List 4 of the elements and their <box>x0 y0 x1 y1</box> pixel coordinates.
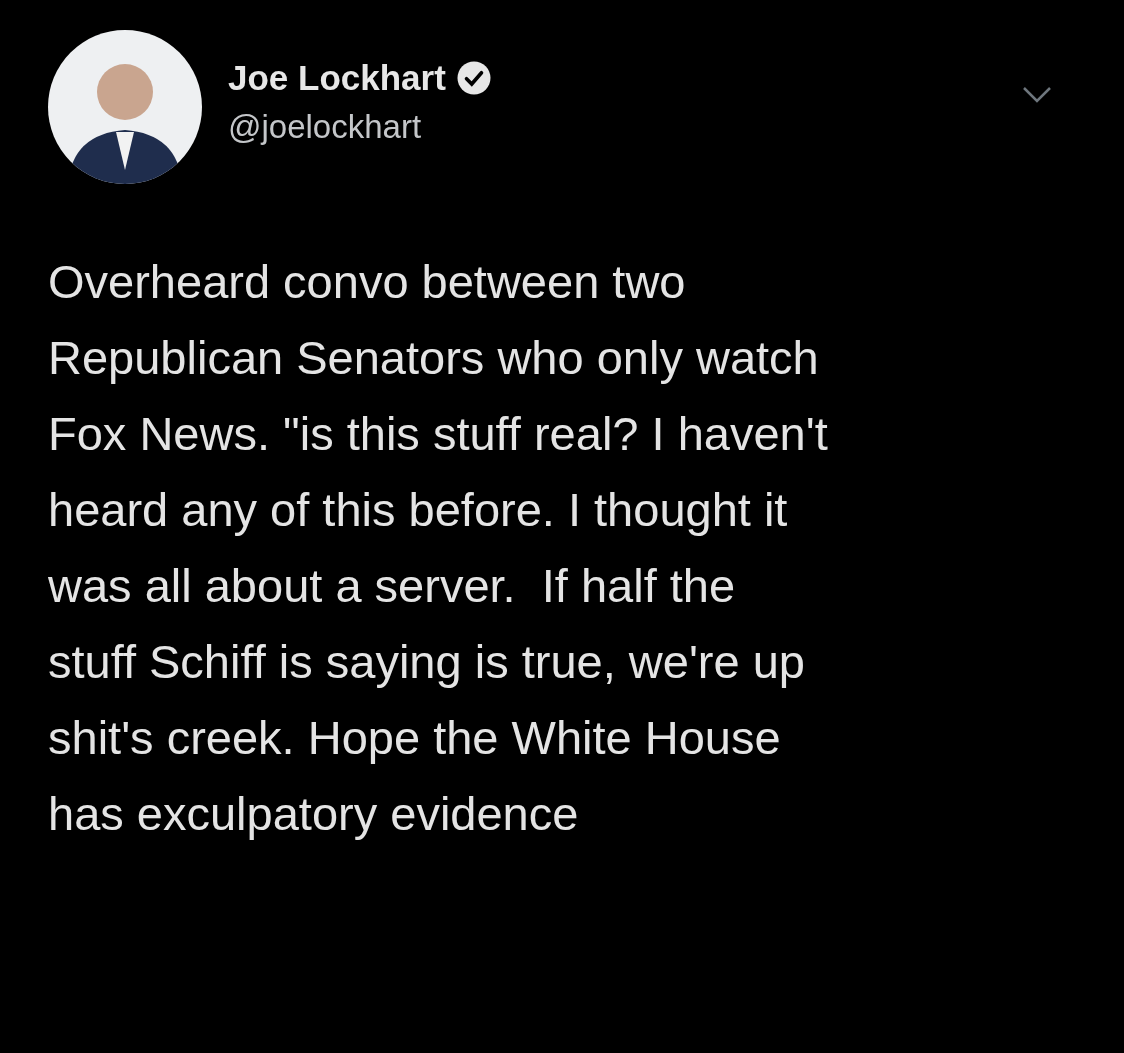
author-name: Joe Lockhart <box>228 58 446 98</box>
chevron-down-icon[interactable] <box>1022 86 1052 104</box>
tweet-text: Overheard convo between two Republican Senators who only watch Fox News. "is this stuff real? I haven't heard any of this before. I thought it was all about a server. If half the stuff Schiff is saying is true, we're up shit's creek. Hope the White House has exculpatory evidence <box>48 254 829 842</box>
author-handle: @joelockhart <box>228 108 423 146</box>
